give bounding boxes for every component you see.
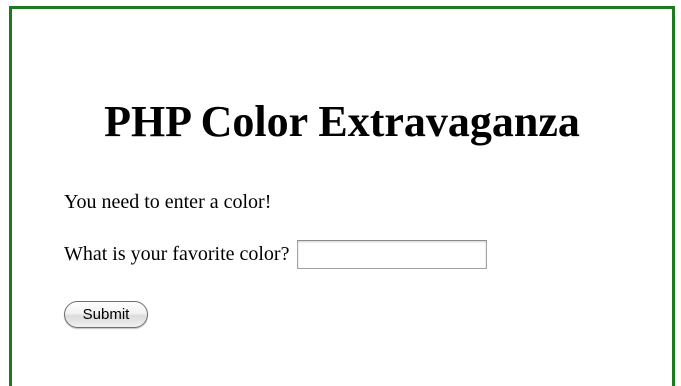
error-message: You need to enter a color! <box>64 191 272 213</box>
color-input[interactable] <box>297 239 488 269</box>
color-form: What is your favorite color? Submit <box>64 239 488 328</box>
color-field-label: What is your favorite color? <box>64 243 290 265</box>
page-frame: PHP Color Extravaganza You need to enter… <box>9 6 675 386</box>
page-title: PHP Color Extravaganza <box>104 97 580 146</box>
submit-button[interactable]: Submit <box>64 301 148 328</box>
color-field-row: What is your favorite color? <box>64 239 488 269</box>
